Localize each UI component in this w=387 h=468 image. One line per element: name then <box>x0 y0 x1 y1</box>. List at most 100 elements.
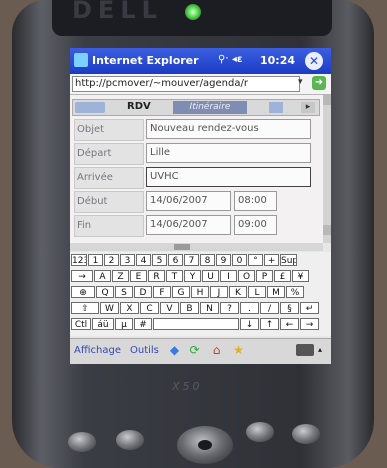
depart-field[interactable]: Lille <box>146 143 311 163</box>
key[interactable]: B <box>180 302 199 314</box>
refresh-icon[interactable]: ⟳ <box>188 344 201 357</box>
scroll-up-icon[interactable] <box>323 95 331 105</box>
key[interactable]: 2 <box>104 254 119 266</box>
key[interactable]: U <box>202 270 219 282</box>
close-button[interactable]: ✕ <box>305 52 323 70</box>
key[interactable]: → <box>300 318 319 330</box>
key[interactable]: X <box>120 302 139 314</box>
key[interactable]: + <box>264 254 279 266</box>
key[interactable]: O <box>238 270 255 282</box>
connectivity-volume-icons[interactable]: ⚲ᐧ ◂ɛ <box>218 54 243 65</box>
key[interactable]: 1 <box>88 254 103 266</box>
tab-option-icon[interactable] <box>269 102 283 113</box>
fin-time-field[interactable]: 09:00 <box>234 215 277 235</box>
arrivee-field[interactable]: UVHC <box>146 167 311 187</box>
key[interactable]: G <box>172 286 190 298</box>
scroll-down-icon[interactable] <box>323 225 331 235</box>
key[interactable]: ° <box>248 254 263 266</box>
key[interactable]: W <box>100 302 119 314</box>
key[interactable]: ↓ <box>240 318 259 330</box>
soft-keyboard: 1231234567890°+Sup→AZERTYUIOP£¥⊕QSDFGHJK… <box>70 252 331 336</box>
debut-time-field[interactable]: 08:00 <box>234 191 277 211</box>
key[interactable]: 4 <box>136 254 151 266</box>
key[interactable]: Sup <box>280 254 297 266</box>
key[interactable]: F <box>153 286 171 298</box>
key[interactable]: P <box>256 270 273 282</box>
key[interactable]: 0 <box>232 254 247 266</box>
menu-affichage[interactable]: Affichage <box>74 345 121 356</box>
key[interactable]: E <box>130 270 147 282</box>
hardware-button-calendar[interactable] <box>68 432 96 452</box>
key[interactable]: 9 <box>216 254 231 266</box>
toolbar-icons[interactable] <box>75 102 105 113</box>
space-key[interactable] <box>153 318 239 330</box>
key[interactable]: → <box>71 270 93 282</box>
key[interactable]: ⇧ <box>71 302 99 314</box>
tab-scroll-arrow-icon[interactable]: ▸ <box>301 102 315 113</box>
go-icon[interactable]: ➜ <box>312 76 326 90</box>
key[interactable]: 6 <box>168 254 183 266</box>
key[interactable]: J <box>210 286 228 298</box>
key[interactable]: Z <box>112 270 129 282</box>
objet-field[interactable]: Nouveau rendez-vous <box>146 119 311 139</box>
home-icon[interactable]: ⌂ <box>210 344 223 357</box>
tab-itineraire[interactable]: Itinéraire <box>173 101 247 114</box>
key[interactable]: D <box>134 286 152 298</box>
key[interactable]: S <box>115 286 133 298</box>
key[interactable]: K <box>229 286 247 298</box>
form-row-objet: Objet Nouveau rendez-vous <box>72 119 317 141</box>
key[interactable]: 123 <box>71 254 87 266</box>
key[interactable]: ↵ <box>300 302 319 314</box>
key[interactable]: ? <box>220 302 239 314</box>
key[interactable]: / <box>260 302 279 314</box>
horizontal-scrollbar[interactable] <box>70 243 323 251</box>
key[interactable]: H <box>191 286 209 298</box>
key[interactable]: ↑ <box>260 318 279 330</box>
key[interactable]: T <box>166 270 183 282</box>
app-title: Internet Explorer <box>92 54 199 67</box>
back-icon[interactable]: ◆ <box>168 344 181 357</box>
key[interactable]: £ <box>274 270 291 282</box>
windows-start-icon[interactable] <box>74 53 88 67</box>
key[interactable]: Ctl <box>71 318 91 330</box>
key[interactable]: I <box>220 270 237 282</box>
navigation-pad-center[interactable] <box>198 440 212 450</box>
hardware-button-contacts[interactable] <box>116 430 144 450</box>
key[interactable]: . <box>240 302 259 314</box>
horizontal-scroll-thumb[interactable] <box>174 244 190 250</box>
key[interactable]: § <box>280 302 299 314</box>
menu-outils[interactable]: Outils <box>130 345 159 356</box>
debut-date-field[interactable]: 14/06/2007 <box>146 191 231 211</box>
key[interactable]: 3 <box>120 254 135 266</box>
key[interactable]: 7 <box>184 254 199 266</box>
key[interactable]: N <box>200 302 219 314</box>
url-input[interactable]: http://pcmover/~mouver/agenda/r <box>72 76 300 92</box>
key[interactable]: L <box>248 286 266 298</box>
fin-date-field[interactable]: 14/06/2007 <box>146 215 231 235</box>
key[interactable]: M <box>267 286 285 298</box>
key[interactable]: Q <box>96 286 114 298</box>
vertical-scrollbar[interactable] <box>323 95 331 243</box>
key[interactable]: 5 <box>152 254 167 266</box>
tab-rdv[interactable]: RDV <box>127 101 151 112</box>
key[interactable]: áü <box>92 318 114 330</box>
key[interactable]: % <box>286 286 304 298</box>
input-menu-arrow-icon[interactable]: ▴ <box>318 345 322 354</box>
key[interactable]: R <box>148 270 165 282</box>
key[interactable]: 8 <box>200 254 215 266</box>
key[interactable]: ⊕ <box>71 286 95 298</box>
key[interactable]: ¥ <box>292 270 309 282</box>
hardware-button-home[interactable] <box>292 424 320 444</box>
url-dropdown-icon[interactable]: ▾ <box>298 77 303 87</box>
clock[interactable]: 10:24 <box>260 54 295 67</box>
key[interactable]: A <box>94 270 111 282</box>
key[interactable]: ← <box>280 318 299 330</box>
keyboard-toggle-icon[interactable] <box>296 344 314 356</box>
key[interactable]: C <box>140 302 159 314</box>
key[interactable]: Y <box>184 270 201 282</box>
hardware-button-inbox[interactable] <box>246 422 274 442</box>
key[interactable]: V <box>160 302 179 314</box>
favorites-icon[interactable]: ★ <box>232 344 245 357</box>
key[interactable]: # <box>134 318 152 330</box>
key[interactable]: µ <box>115 318 133 330</box>
